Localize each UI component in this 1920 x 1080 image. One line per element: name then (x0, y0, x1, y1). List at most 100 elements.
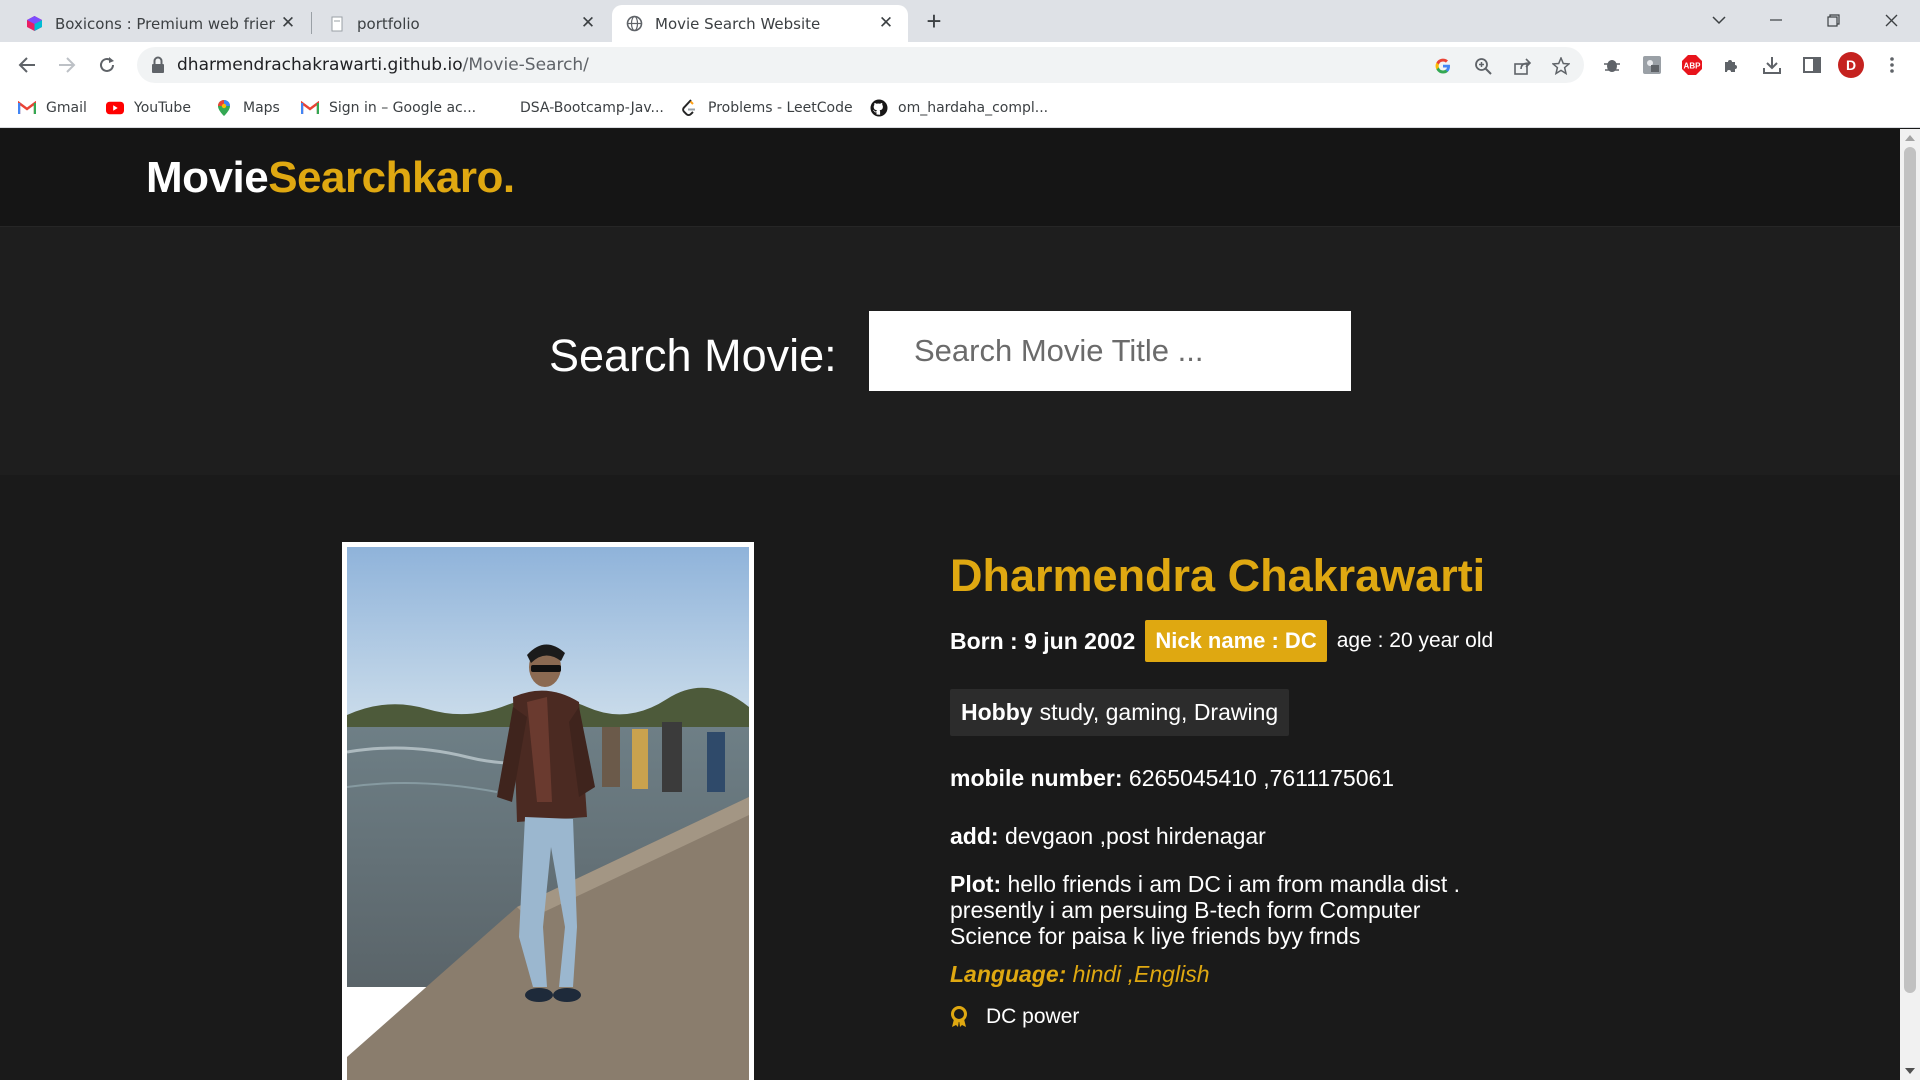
url-text[interactable]: dharmendrachakrawarti.github.io/Movie-Se… (177, 55, 589, 75)
reload-button[interactable] (92, 50, 122, 80)
bookmark-label: Gmail (46, 100, 87, 116)
language-label: Language: (950, 961, 1067, 987)
new-tab-button[interactable]: + (920, 8, 948, 36)
bookmark-youtube[interactable]: YouTube (106, 96, 191, 120)
lock-icon[interactable] (151, 56, 167, 74)
browser-toolbar: dharmendrachakrawarti.github.io/Movie-Se… (0, 42, 1920, 88)
info-row: Born : 9 jun 2002 Nick name : DC age : 2… (950, 620, 1493, 662)
close-tab-icon[interactable]: ✕ (876, 13, 896, 33)
bookmark-label: om_hardaha_compl... (898, 100, 1049, 116)
scrollbar-thumb[interactable] (1904, 147, 1916, 993)
image-extension-icon[interactable] (1640, 53, 1664, 77)
restore-button[interactable] (1810, 4, 1856, 36)
mobile-label: mobile number: (950, 765, 1123, 791)
boxicons-icon (26, 15, 43, 32)
back-button[interactable] (12, 50, 42, 80)
site-logo[interactable]: MovieSearchkaro. (146, 153, 515, 203)
born-date: Born : 9 jun 2002 (950, 627, 1136, 654)
leetcode-icon (680, 99, 698, 117)
scroll-down-arrow-icon[interactable] (1905, 1068, 1915, 1074)
hobby-label: Hobby (961, 699, 1033, 725)
mobile-row: mobile number: 6265045410 ,7611175061 (950, 765, 1394, 792)
language-value: hindi ,English (1072, 961, 1210, 987)
share-icon[interactable] (1513, 56, 1533, 76)
poster-frame (342, 542, 754, 1080)
github-icon (870, 99, 888, 117)
close-tab-icon[interactable]: ✕ (278, 13, 298, 33)
language-row: Language: hindi ,English (950, 961, 1209, 988)
bookmark-leetcode[interactable]: Problems - LeetCode (680, 96, 853, 120)
mobile-value: 6265045410 ,7611175061 (1128, 765, 1395, 791)
site-header: MovieSearchkaro. (0, 129, 1900, 227)
bookmark-label: DSA-Bootcamp-Jav... (520, 100, 664, 116)
google-translate-icon[interactable] (1433, 56, 1453, 76)
tab-portfolio[interactable]: portfolio ✕ (314, 5, 610, 42)
zoom-icon[interactable] (1473, 56, 1493, 76)
forward-button[interactable] (52, 50, 82, 80)
close-tab-icon[interactable]: ✕ (578, 13, 598, 33)
tab-title: portfolio (357, 14, 420, 33)
logo-main-text: Movie (146, 153, 269, 202)
bookmark-label: YouTube (134, 100, 191, 116)
bookmark-star-icon[interactable] (1551, 56, 1571, 76)
page-scrollbar[interactable] (1900, 129, 1920, 1080)
hobby-tag: Hobby study, gaming, Drawing (950, 689, 1290, 736)
profile-photo (347, 547, 749, 1080)
url-path: /Movie-Search/ (462, 55, 589, 75)
page-icon (328, 15, 345, 32)
profile-avatar[interactable]: D (1838, 52, 1864, 78)
close-window-button[interactable] (1868, 4, 1914, 36)
tab-boxicons[interactable]: Boxicons : Premium web friendly ✕ (12, 5, 310, 42)
gmail-icon (301, 99, 319, 117)
bookmark-label: Problems - LeetCode (708, 100, 853, 116)
bookmarks-bar: Gmail YouTube Maps Sign in – Google ac..… (0, 88, 1920, 128)
tab-title: Boxicons : Premium web friendly (55, 14, 275, 33)
svg-text:ABP: ABP (1684, 62, 1702, 71)
bookmark-google-signin[interactable]: Sign in – Google ac... (301, 96, 476, 120)
url-domain: dharmendrachakrawarti.github.io (177, 55, 463, 75)
plot-label: Plot: (950, 871, 1002, 897)
logo-accent-text: Searchkaro. (268, 153, 515, 202)
youtube-icon (106, 99, 124, 117)
movie-search-input[interactable] (869, 311, 1351, 391)
tab-search-chevron-icon[interactable] (1696, 4, 1742, 36)
address-bar[interactable]: dharmendrachakrawarti.github.io/Movie-Se… (137, 47, 1584, 83)
tab-title: Movie Search Website (655, 14, 821, 33)
nickname-badge: Nick name : DC (1145, 620, 1327, 662)
tab-movie-search[interactable]: Movie Search Website ✕ (612, 5, 908, 42)
browser-tabstrip: Boxicons : Premium web friendly ✕ portfo… (0, 0, 1920, 42)
award-medal-icon (950, 1006, 968, 1028)
bookmark-dsa-bootcamp[interactable]: DSA-Bootcamp-Jav... (520, 96, 664, 120)
extensions-puzzle-icon[interactable] (1720, 53, 1744, 77)
bug-extension-icon[interactable] (1600, 53, 1624, 77)
menu-kebab-icon[interactable] (1880, 53, 1904, 77)
side-panel-icon[interactable] (1800, 53, 1824, 77)
bookmark-gmail[interactable]: Gmail (18, 96, 87, 120)
hobby-value: study, gaming, Drawing (1039, 699, 1279, 725)
bookmark-label: Sign in – Google ac... (329, 100, 477, 116)
search-section: Search Movie: (0, 227, 1900, 475)
page-viewport: MovieSearchkaro. Search Movie: Search Mo… (0, 129, 1900, 1080)
minimize-button[interactable] (1753, 4, 1799, 36)
bookmark-maps[interactable]: Maps (215, 96, 280, 120)
maps-icon (215, 99, 233, 117)
gmail-icon (18, 99, 36, 117)
movie-details-section: Dharmendra Chakrawarti Born : 9 jun 2002… (0, 475, 1900, 1080)
address-label: add: (950, 823, 999, 849)
award-row: DC power (950, 1005, 1079, 1029)
download-icon[interactable] (1760, 53, 1784, 77)
tab-divider (311, 12, 312, 34)
search-label: Search Movie: (549, 330, 837, 381)
address-row: add: devgaon ,post hirdenagar (950, 823, 1266, 850)
plot-value: hello friends i am DC i am from mandla d… (950, 871, 1460, 949)
adblock-icon[interactable]: ABP (1680, 53, 1704, 77)
movie-title: Dharmendra Chakrawarti (950, 550, 1486, 601)
globe-icon (626, 15, 643, 32)
bookmark-label: Maps (243, 100, 280, 116)
award-text: DC power (986, 1005, 1080, 1028)
plot-row: Plot: hello friends i am DC i am from ma… (950, 871, 1480, 949)
age-text: age : 20 year old (1336, 629, 1494, 652)
scroll-up-arrow-icon[interactable] (1905, 135, 1915, 141)
bookmark-github-repo[interactable]: om_hardaha_compl... (870, 96, 1048, 120)
address-value: devgaon ,post hirdenagar (1004, 823, 1266, 849)
